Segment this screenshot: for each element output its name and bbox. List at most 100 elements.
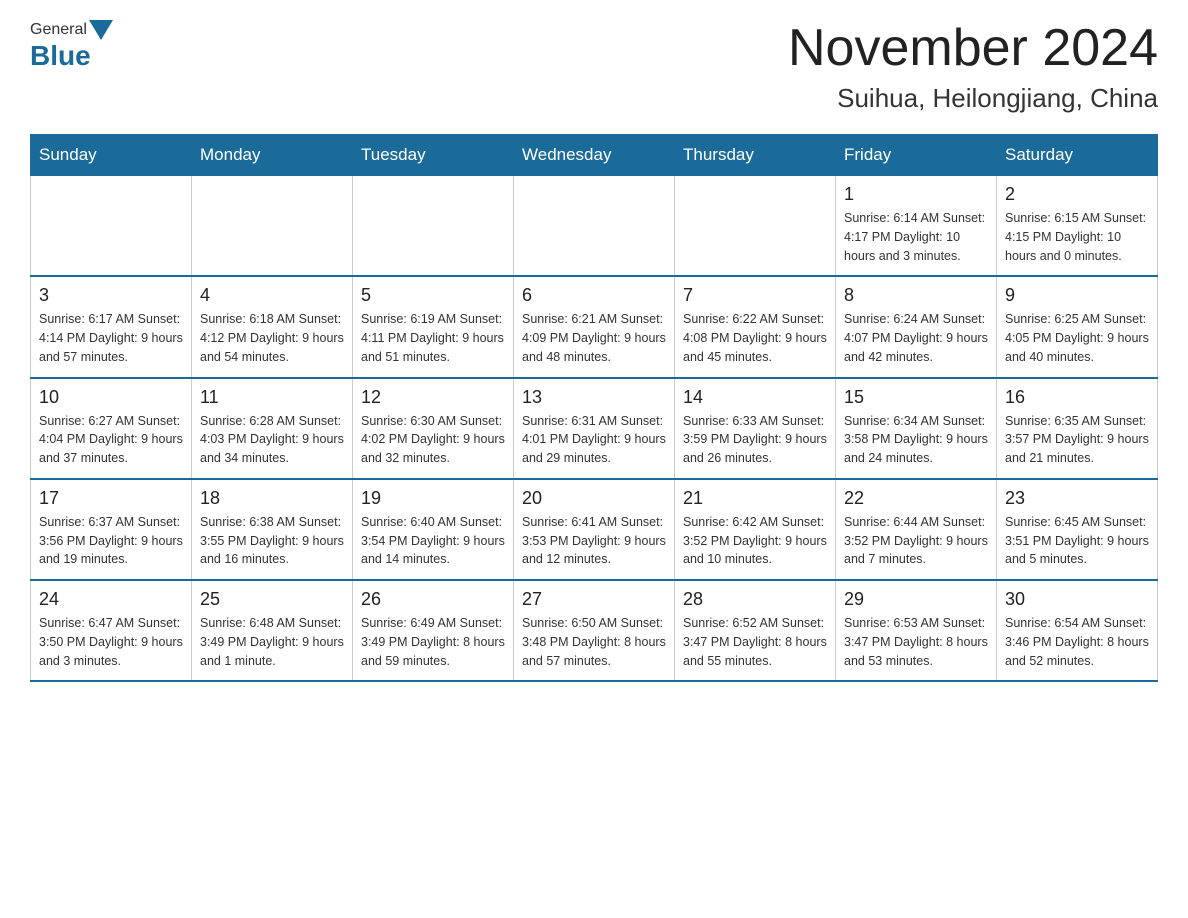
day-info: Sunrise: 6:21 AM Sunset: 4:09 PM Dayligh… <box>522 310 666 366</box>
calendar-cell: 21Sunrise: 6:42 AM Sunset: 3:52 PM Dayli… <box>675 479 836 580</box>
logo-triangle-icon <box>89 20 113 40</box>
day-number: 23 <box>1005 488 1149 509</box>
week-row-5: 24 Sunrise: 6:47 AM Sunset: 3:50 PM Dayli… <box>31 580 1158 681</box>
calendar-cell: 27Sunrise: 6:50 AM Sunset: 3:48 PM Dayli… <box>514 580 675 681</box>
calendar-cell: 23 Sunrise: 6:45 AM Sunset: 3:51 PM Dayli… <box>997 479 1158 580</box>
day-number: 2 <box>1005 184 1149 205</box>
weekday-header-saturday: Saturday <box>997 135 1158 176</box>
day-number: 30 <box>1005 589 1149 610</box>
calendar-header: SundayMondayTuesdayWednesdayThursdayFrid… <box>31 135 1158 176</box>
calendar-cell <box>353 176 514 277</box>
day-number: 16 <box>1005 387 1149 408</box>
calendar-cell <box>514 176 675 277</box>
calendar-cell: 18 Sunrise: 6:38 AM Sunset: 3:55 PM Dayli… <box>192 479 353 580</box>
day-number: 12 <box>361 387 505 408</box>
day-number: 9 <box>1005 285 1149 306</box>
weekday-header-thursday: Thursday <box>675 135 836 176</box>
day-number: 19 <box>361 488 505 509</box>
calendar-cell <box>31 176 192 277</box>
day-info: Sunrise: 6:14 AM Sunset: 4:17 PM Dayligh… <box>844 209 988 265</box>
day-number: 4 <box>200 285 344 306</box>
calendar-cell <box>675 176 836 277</box>
day-number: 14 <box>683 387 827 408</box>
day-info: Sunrise: 6:45 AM Sunset: 3:51 PM Dayligh… <box>1005 513 1149 569</box>
weekday-header-sunday: Sunday <box>31 135 192 176</box>
calendar-cell: 15Sunrise: 6:34 AM Sunset: 3:58 PM Dayli… <box>836 378 997 479</box>
calendar-cell: 7 Sunrise: 6:22 AM Sunset: 4:08 PM Daylig… <box>675 276 836 377</box>
calendar-cell: 8Sunrise: 6:24 AM Sunset: 4:07 PM Daylig… <box>836 276 997 377</box>
weekday-header-wednesday: Wednesday <box>514 135 675 176</box>
calendar-cell: 3Sunrise: 6:17 AM Sunset: 4:14 PM Daylig… <box>31 276 192 377</box>
day-info: Sunrise: 6:28 AM Sunset: 4:03 PM Dayligh… <box>200 412 344 468</box>
calendar-cell: 2 Sunrise: 6:15 AM Sunset: 4:15 PM Daylig… <box>997 176 1158 277</box>
calendar-cell: 29Sunrise: 6:53 AM Sunset: 3:47 PM Dayli… <box>836 580 997 681</box>
day-info: Sunrise: 6:41 AM Sunset: 3:53 PM Dayligh… <box>522 513 666 569</box>
day-number: 5 <box>361 285 505 306</box>
calendar-cell: 6 Sunrise: 6:21 AM Sunset: 4:09 PM Daylig… <box>514 276 675 377</box>
logo-blue-text: Blue <box>30 40 91 72</box>
day-info: Sunrise: 6:17 AM Sunset: 4:14 PM Dayligh… <box>39 310 183 366</box>
logo-general-text: General <box>30 21 87 39</box>
calendar-cell: 19 Sunrise: 6:40 AM Sunset: 3:54 PM Dayli… <box>353 479 514 580</box>
day-info: Sunrise: 6:49 AM Sunset: 3:49 PM Dayligh… <box>361 614 505 670</box>
day-number: 13 <box>522 387 666 408</box>
calendar-cell: 9 Sunrise: 6:25 AM Sunset: 4:05 PM Daylig… <box>997 276 1158 377</box>
month-title: November 2024 <box>788 20 1158 77</box>
day-info: Sunrise: 6:18 AM Sunset: 4:12 PM Dayligh… <box>200 310 344 366</box>
day-number: 7 <box>683 285 827 306</box>
day-info: Sunrise: 6:44 AM Sunset: 3:52 PM Dayligh… <box>844 513 988 569</box>
day-info: Sunrise: 6:50 AM Sunset: 3:48 PM Dayligh… <box>522 614 666 670</box>
calendar-cell: 28 Sunrise: 6:52 AM Sunset: 3:47 PM Dayli… <box>675 580 836 681</box>
day-info: Sunrise: 6:24 AM Sunset: 4:07 PM Dayligh… <box>844 310 988 366</box>
day-info: Sunrise: 6:47 AM Sunset: 3:50 PM Dayligh… <box>39 614 183 670</box>
calendar-cell: 24 Sunrise: 6:47 AM Sunset: 3:50 PM Dayli… <box>31 580 192 681</box>
calendar-cell: 20Sunrise: 6:41 AM Sunset: 3:53 PM Dayli… <box>514 479 675 580</box>
day-info: Sunrise: 6:40 AM Sunset: 3:54 PM Dayligh… <box>361 513 505 569</box>
day-number: 1 <box>844 184 988 205</box>
week-row-4: 17Sunrise: 6:37 AM Sunset: 3:56 PM Dayli… <box>31 479 1158 580</box>
day-number: 24 <box>39 589 183 610</box>
calendar-cell: 17Sunrise: 6:37 AM Sunset: 3:56 PM Dayli… <box>31 479 192 580</box>
calendar-table: SundayMondayTuesdayWednesdayThursdayFrid… <box>30 134 1158 682</box>
day-number: 10 <box>39 387 183 408</box>
day-info: Sunrise: 6:31 AM Sunset: 4:01 PM Dayligh… <box>522 412 666 468</box>
week-row-3: 10 Sunrise: 6:27 AM Sunset: 4:04 PM Dayli… <box>31 378 1158 479</box>
day-info: Sunrise: 6:30 AM Sunset: 4:02 PM Dayligh… <box>361 412 505 468</box>
day-info: Sunrise: 6:48 AM Sunset: 3:49 PM Dayligh… <box>200 614 344 670</box>
week-row-2: 3Sunrise: 6:17 AM Sunset: 4:14 PM Daylig… <box>31 276 1158 377</box>
calendar-cell: 1 Sunrise: 6:14 AM Sunset: 4:17 PM Daylig… <box>836 176 997 277</box>
day-info: Sunrise: 6:54 AM Sunset: 3:46 PM Dayligh… <box>1005 614 1149 670</box>
weekday-header-monday: Monday <box>192 135 353 176</box>
title-area: November 2024 Suihua, Heilongjiang, Chin… <box>788 20 1158 114</box>
day-number: 11 <box>200 387 344 408</box>
day-number: 22 <box>844 488 988 509</box>
week-row-1: 1 Sunrise: 6:14 AM Sunset: 4:17 PM Daylig… <box>31 176 1158 277</box>
day-number: 15 <box>844 387 988 408</box>
day-info: Sunrise: 6:38 AM Sunset: 3:55 PM Dayligh… <box>200 513 344 569</box>
day-number: 21 <box>683 488 827 509</box>
logo: General Blue <box>30 20 115 72</box>
calendar-cell: 22 Sunrise: 6:44 AM Sunset: 3:52 PM Dayli… <box>836 479 997 580</box>
calendar-cell: 14 Sunrise: 6:33 AM Sunset: 3:59 PM Dayli… <box>675 378 836 479</box>
calendar-cell <box>192 176 353 277</box>
location-title: Suihua, Heilongjiang, China <box>788 83 1158 114</box>
day-info: Sunrise: 6:52 AM Sunset: 3:47 PM Dayligh… <box>683 614 827 670</box>
day-info: Sunrise: 6:25 AM Sunset: 4:05 PM Dayligh… <box>1005 310 1149 366</box>
day-number: 6 <box>522 285 666 306</box>
day-info: Sunrise: 6:15 AM Sunset: 4:15 PM Dayligh… <box>1005 209 1149 265</box>
day-info: Sunrise: 6:22 AM Sunset: 4:08 PM Dayligh… <box>683 310 827 366</box>
day-number: 18 <box>200 488 344 509</box>
calendar-cell: 13 Sunrise: 6:31 AM Sunset: 4:01 PM Dayli… <box>514 378 675 479</box>
calendar-cell: 12 Sunrise: 6:30 AM Sunset: 4:02 PM Dayli… <box>353 378 514 479</box>
day-number: 28 <box>683 589 827 610</box>
calendar-body: 1 Sunrise: 6:14 AM Sunset: 4:17 PM Daylig… <box>31 176 1158 682</box>
day-info: Sunrise: 6:27 AM Sunset: 4:04 PM Dayligh… <box>39 412 183 468</box>
weekday-header-friday: Friday <box>836 135 997 176</box>
calendar-cell: 5Sunrise: 6:19 AM Sunset: 4:11 PM Daylig… <box>353 276 514 377</box>
calendar-cell: 25Sunrise: 6:48 AM Sunset: 3:49 PM Dayli… <box>192 580 353 681</box>
day-info: Sunrise: 6:53 AM Sunset: 3:47 PM Dayligh… <box>844 614 988 670</box>
calendar-cell: 11 Sunrise: 6:28 AM Sunset: 4:03 PM Dayli… <box>192 378 353 479</box>
calendar-cell: 16Sunrise: 6:35 AM Sunset: 3:57 PM Dayli… <box>997 378 1158 479</box>
day-info: Sunrise: 6:33 AM Sunset: 3:59 PM Dayligh… <box>683 412 827 468</box>
calendar-cell: 26Sunrise: 6:49 AM Sunset: 3:49 PM Dayli… <box>353 580 514 681</box>
